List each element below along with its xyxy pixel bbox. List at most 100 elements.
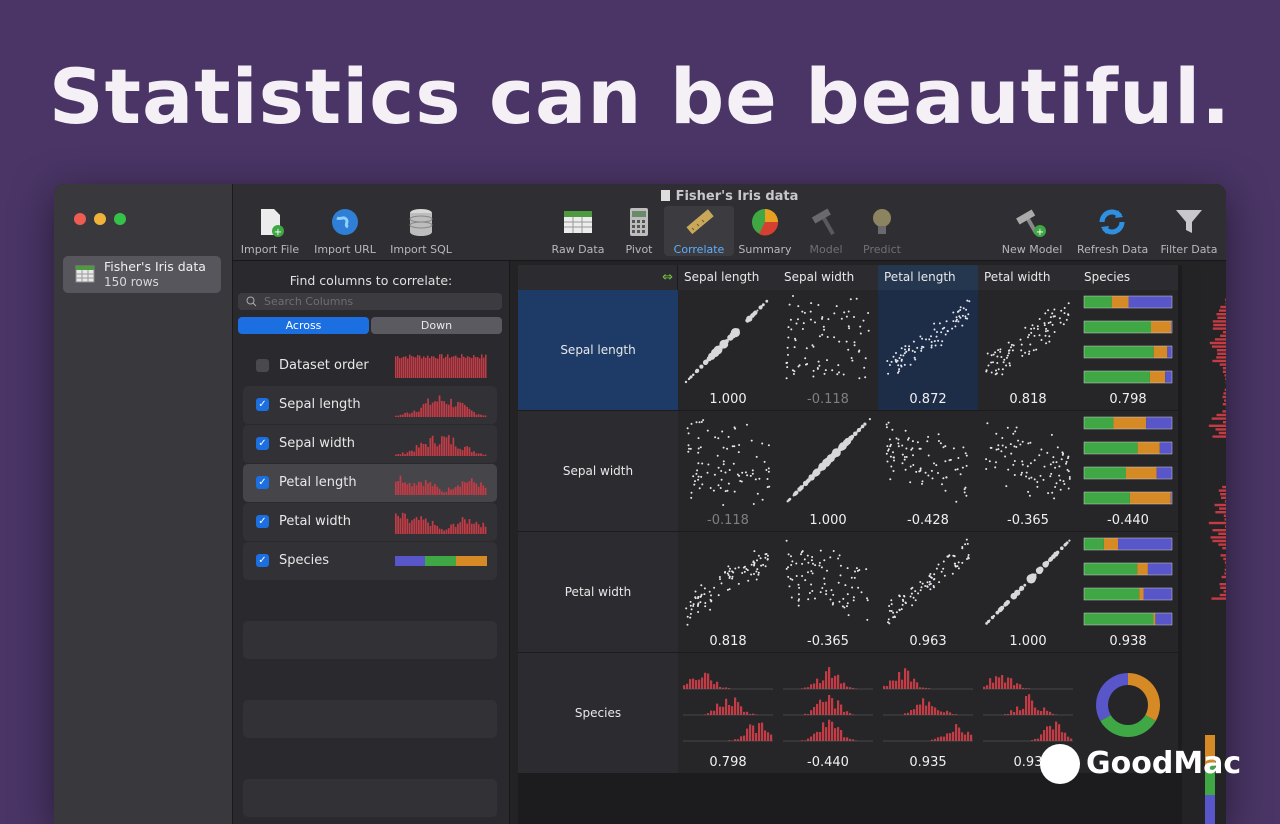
matrix-cell[interactable]: 0.798 (678, 653, 779, 774)
database-icon (405, 206, 437, 238)
sidebar: Fisher's Iris data 150 rows (54, 184, 233, 824)
close-button[interactable] (74, 213, 86, 225)
new-model-button[interactable]: + New Model (997, 206, 1067, 256)
column-name: Species (279, 553, 329, 568)
matrix-cell[interactable]: 0.872 (878, 290, 979, 411)
correlation-value: 0.872 (878, 392, 978, 407)
right-overflow-strip (1201, 265, 1226, 824)
refresh-icon (1096, 206, 1128, 238)
segment-down[interactable]: Down (371, 317, 502, 334)
row-header[interactable]: Petal width (518, 532, 678, 653)
minimize-button[interactable] (94, 213, 106, 225)
correlation-value: 1.000 (778, 513, 878, 528)
empty-slot (243, 621, 497, 659)
refresh-data-button[interactable]: Refresh Data (1077, 206, 1147, 256)
zoom-button[interactable] (114, 213, 126, 225)
calculator-icon (623, 206, 655, 238)
matrix-cell[interactable]: 1.000 (978, 532, 1079, 653)
matrix-cell[interactable]: 0.798 (1078, 290, 1179, 411)
summary-button[interactable]: Summary (730, 206, 800, 256)
correlate-button[interactable]: Correlate (664, 206, 734, 256)
matrix-cell[interactable]: -0.440 (778, 653, 879, 774)
import-url-button[interactable]: Import URL (310, 206, 380, 256)
correlation-value: -0.118 (678, 513, 778, 528)
matrix-cell[interactable]: -0.440 (1078, 411, 1179, 532)
matrix-cell[interactable]: 0.935 (878, 653, 979, 774)
column-checkbox[interactable]: ✓ (256, 515, 269, 528)
matrix-cell[interactable]: -0.118 (778, 290, 879, 411)
headline: Statistics can be beautiful. (0, 52, 1280, 141)
column-checkbox[interactable] (256, 359, 269, 372)
column-row-dataset-order[interactable]: Dataset order (243, 347, 497, 385)
cell-plot (978, 532, 1078, 632)
matrix-cell[interactable]: -0.118 (678, 411, 779, 532)
matrix-cell[interactable]: 0.818 (678, 532, 779, 653)
column-header[interactable]: Species (1078, 265, 1179, 290)
predict-button[interactable]: Predict (847, 206, 917, 256)
cell-plot (878, 532, 978, 632)
column-row-species[interactable]: ✓ Species (243, 542, 497, 580)
correlation-value: 0.935 (878, 755, 978, 770)
correlation-value: 0.938 (1078, 634, 1178, 649)
raw-data-button[interactable]: Raw Data (543, 206, 613, 256)
matrix-cell[interactable]: 1.000 (778, 411, 879, 532)
empty-slot (243, 700, 497, 738)
ruler-icon (683, 206, 715, 238)
matrix-cell[interactable]: 0.963 (878, 532, 979, 653)
column-checkbox[interactable]: ✓ (256, 554, 269, 567)
search-columns-input[interactable]: Search Columns (238, 293, 502, 310)
column-row-sepal-width[interactable]: ✓ Sepal width (243, 425, 497, 463)
watermark: GoodMac (1040, 744, 1280, 788)
matrix-cell[interactable]: 0.938 (1078, 532, 1179, 653)
sidebar-dataset-item[interactable]: Fisher's Iris data 150 rows (63, 256, 221, 293)
svg-text:+: + (1036, 227, 1044, 238)
column-header[interactable]: Petal length (878, 265, 979, 290)
correlation-value: 0.818 (978, 392, 1078, 407)
column-checkbox[interactable]: ✓ (256, 476, 269, 489)
import-file-button[interactable]: + Import File (235, 206, 305, 256)
row-header[interactable]: Species (518, 653, 678, 774)
filter-data-button[interactable]: Filter Data (1154, 206, 1224, 256)
overflow-histogram (1201, 265, 1226, 824)
column-row-sepal-length[interactable]: ✓ Sepal length (243, 386, 497, 424)
row-header[interactable]: Sepal length (518, 290, 678, 411)
correlation-value: -0.440 (1078, 513, 1178, 528)
column-header[interactable]: Sepal length (678, 265, 779, 290)
column-row-petal-length[interactable]: ✓ Petal length (243, 464, 497, 502)
column-checkbox[interactable]: ✓ (256, 437, 269, 450)
swap-arrows-icon[interactable]: ⇔ (662, 265, 673, 290)
correlation-value: 0.798 (678, 755, 778, 770)
column-checkbox[interactable]: ✓ (256, 398, 269, 411)
column-header[interactable]: Petal width (978, 265, 1079, 290)
column-row-petal-width[interactable]: ✓ Petal width (243, 503, 497, 541)
matrix-cell[interactable]: -0.365 (778, 532, 879, 653)
cell-plot (978, 411, 1078, 511)
row-header[interactable]: Sepal width (518, 411, 678, 532)
correlation-value: -0.365 (978, 513, 1078, 528)
matrix-cell[interactable]: -0.428 (878, 411, 979, 532)
cell-plot (778, 532, 878, 632)
import-sql-button[interactable]: Import SQL (386, 206, 456, 256)
cell-plot (778, 411, 878, 511)
correlation-value: -0.428 (878, 513, 978, 528)
matrix-cell[interactable]: 0.818 (978, 290, 1079, 411)
window-controls (74, 213, 126, 225)
cell-plot (778, 290, 878, 390)
matrix-cell[interactable]: 1.000 (678, 290, 779, 411)
species-sparkline (395, 549, 487, 573)
segment-across[interactable]: Across (238, 317, 369, 334)
search-icon (246, 296, 257, 307)
cell-plot (978, 653, 1078, 753)
empty-slot (243, 779, 497, 817)
cell-plot (678, 653, 778, 753)
column-name: Petal width (279, 514, 351, 529)
matrix-cell[interactable]: -0.365 (978, 411, 1079, 532)
cell-plot (678, 532, 778, 632)
direction-segmented-control: Across Down (238, 317, 502, 334)
column-header[interactable]: Sepal width (778, 265, 879, 290)
table-icon (75, 264, 95, 284)
document-icon (661, 190, 670, 201)
column-name: Sepal width (279, 436, 355, 451)
dataset-name: Fisher's Iris data (104, 259, 206, 274)
funnel-icon (1173, 206, 1205, 238)
